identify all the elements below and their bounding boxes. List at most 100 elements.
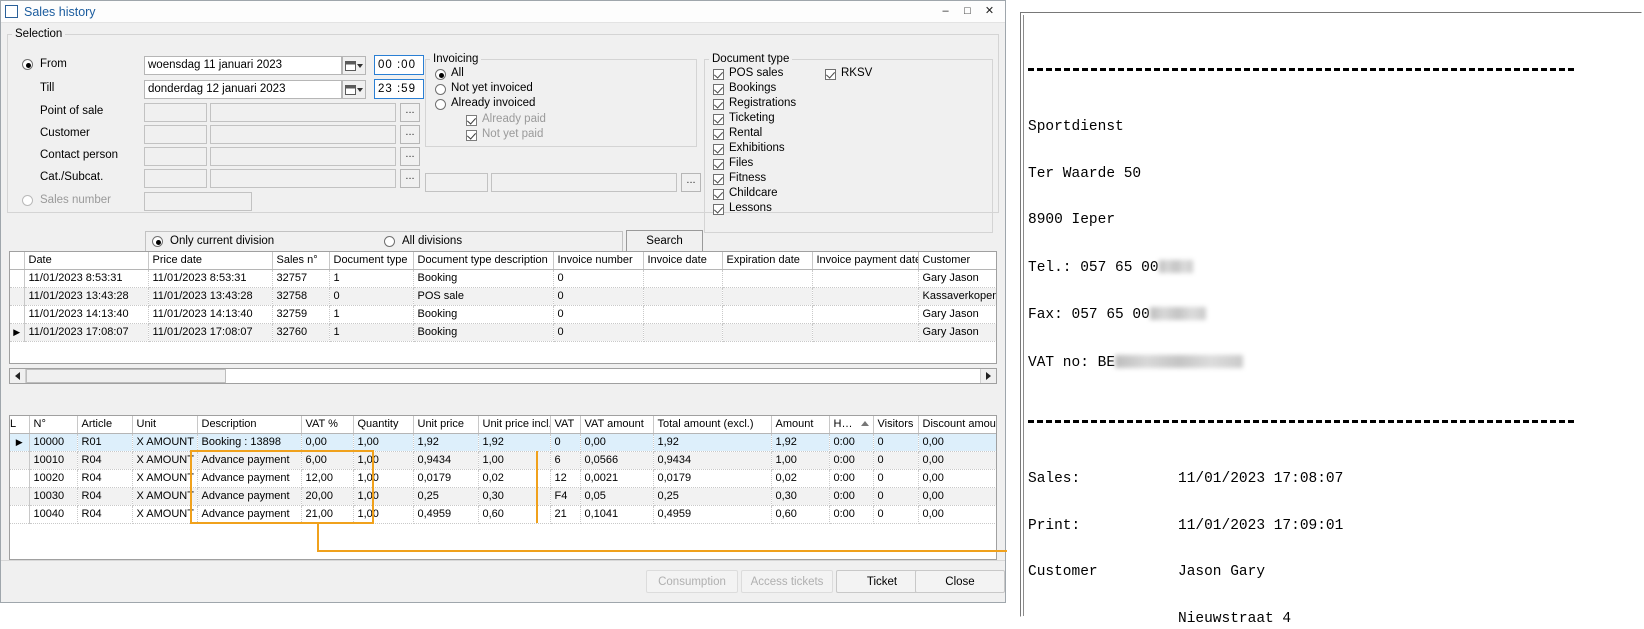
table-row[interactable]: ▶ 10000 R01 X AMOUNT Booking : 13898 0,0… <box>10 433 997 451</box>
scroll-left-button[interactable] <box>10 369 26 383</box>
till-date-input[interactable]: donderdag 12 januari 2023 <box>144 80 342 99</box>
detail-col-description[interactable]: Description <box>197 416 301 433</box>
pos-sales-checkbox[interactable] <box>713 69 724 80</box>
childcare-checkbox[interactable] <box>713 189 724 200</box>
extra-filter-name-input[interactable] <box>491 173 677 192</box>
extra-filter-code-input[interactable] <box>425 173 488 192</box>
table-row[interactable]: 10030 R04 X AMOUNT Advance payment 20,00… <box>10 487 997 505</box>
invoicing-not-invoiced-radio[interactable] <box>435 84 446 95</box>
table-row[interactable]: ▶ 11/01/2023 17:08:07 11/01/2023 17:08:0… <box>10 323 997 341</box>
sales-number-input[interactable] <box>144 192 252 211</box>
from-time-input[interactable]: 00 :00 <box>374 55 424 75</box>
row-selector-current[interactable]: ▶ <box>10 323 24 341</box>
detail-col-h[interactable]: H… <box>829 416 873 433</box>
sales-col-document-type[interactable]: Document type <box>329 252 413 269</box>
row-selector[interactable] <box>10 269 24 287</box>
row-selector[interactable] <box>10 451 29 469</box>
table-row[interactable]: 11/01/2023 8:53:31 11/01/2023 8:53:31 32… <box>10 269 997 287</box>
all-divisions-radio[interactable] <box>384 236 395 247</box>
from-radio[interactable] <box>22 59 33 70</box>
scroll-right-button[interactable] <box>980 369 996 383</box>
invoicing-option-all[interactable]: All <box>435 67 696 82</box>
detail-grid-corner-L[interactable]: L <box>10 416 29 433</box>
row-selector[interactable] <box>10 505 29 523</box>
fitness-checkbox[interactable] <box>713 174 724 185</box>
customer-code-input[interactable] <box>144 125 207 144</box>
contact-person-browse-button[interactable]: ... <box>400 147 420 166</box>
doc-type-item-lessons[interactable]: Lessons <box>713 202 992 217</box>
doc-type-item-fitness[interactable]: Fitness <box>713 172 992 187</box>
scroll-track[interactable] <box>226 369 980 383</box>
bookings-checkbox[interactable] <box>713 84 724 95</box>
sales-col-customer[interactable]: Customer <box>918 252 997 269</box>
sales-col-date[interactable]: Date <box>24 252 148 269</box>
sales-col-expiration-date[interactable]: Expiration date <box>722 252 812 269</box>
detail-col-vat-amount[interactable]: VAT amount <box>580 416 653 433</box>
detail-col-no[interactable]: N° <box>29 416 77 433</box>
maximize-button[interactable]: □ <box>961 6 974 17</box>
detail-col-total-amount-excl[interactable]: Total amount (excl.) <box>653 416 771 433</box>
point-of-sale-code-input[interactable] <box>144 103 207 122</box>
consumption-button[interactable]: Consumption <box>646 570 738 593</box>
access-tickets-button[interactable]: Access tickets <box>741 570 833 593</box>
registrations-checkbox[interactable] <box>713 99 724 110</box>
from-date-picker-button[interactable] <box>342 56 366 75</box>
minimize-button[interactable]: – <box>939 6 952 17</box>
ticketing-checkbox[interactable] <box>713 114 724 125</box>
search-button[interactable]: Search <box>626 230 703 252</box>
detail-col-discount-amount[interactable]: Discount amount <box>918 416 997 433</box>
point-of-sale-browse-button[interactable]: ... <box>400 103 420 122</box>
sales-col-sales-no[interactable]: Sales n° <box>272 252 329 269</box>
lessons-checkbox[interactable] <box>713 204 724 215</box>
invoicing-option-already-invoiced[interactable]: Already invoiced <box>435 97 696 112</box>
table-row[interactable]: 10010 R04 X AMOUNT Advance payment 6,00 … <box>10 451 997 469</box>
cat-code-input[interactable] <box>144 169 207 188</box>
table-row[interactable]: 10020 R04 X AMOUNT Advance payment 12,00… <box>10 469 997 487</box>
sales-number-radio[interactable] <box>22 195 33 206</box>
point-of-sale-name-input[interactable] <box>210 103 396 122</box>
doc-type-item-ticketing[interactable]: Ticketing <box>713 112 992 127</box>
detail-col-vat-percent[interactable]: VAT % <box>301 416 353 433</box>
doc-type-item-exhibitions[interactable]: Exhibitions <box>713 142 992 157</box>
till-time-input[interactable]: 23 :59 <box>374 79 424 99</box>
invoicing-option-not-yet-invoiced[interactable]: Not yet invoiced <box>435 82 696 97</box>
doc-type-item-rental[interactable]: Rental <box>713 127 992 142</box>
sales-col-document-type-description[interactable]: Document type description <box>413 252 553 269</box>
sales-grid-hscrollbar[interactable] <box>9 368 997 384</box>
detail-col-unit-price-incl[interactable]: Unit price incl. <box>478 416 550 433</box>
detail-col-unit[interactable]: Unit <box>132 416 197 433</box>
sales-col-invoice-number[interactable]: Invoice number <box>553 252 643 269</box>
customer-name-input[interactable] <box>210 125 396 144</box>
files-checkbox[interactable] <box>713 159 724 170</box>
table-row[interactable]: 11/01/2023 14:13:40 11/01/2023 14:13:40 … <box>10 305 997 323</box>
detail-col-unit-price[interactable]: Unit price <box>413 416 478 433</box>
detail-col-vat[interactable]: VAT <box>550 416 580 433</box>
till-date-picker-button[interactable] <box>342 80 366 99</box>
invoicing-all-radio[interactable] <box>435 69 446 80</box>
close-dialog-button[interactable]: Close <box>915 570 1005 593</box>
contact-person-code-input[interactable] <box>144 147 207 166</box>
doc-type-item-files[interactable]: Files <box>713 157 992 172</box>
close-button[interactable]: ✕ <box>983 6 996 17</box>
detail-col-article[interactable]: Article <box>77 416 132 433</box>
customer-browse-button[interactable]: ... <box>400 125 420 144</box>
doc-type-item-bookings[interactable]: Bookings <box>713 82 992 97</box>
invoicing-already-invoiced-radio[interactable] <box>435 99 446 110</box>
row-selector[interactable] <box>10 305 24 323</box>
from-date-input[interactable]: woensdag 11 januari 2023 <box>144 56 342 75</box>
extra-filter-browse-button[interactable]: ... <box>681 173 701 192</box>
sales-col-price-date[interactable]: Price date <box>148 252 272 269</box>
rental-checkbox[interactable] <box>713 129 724 140</box>
table-row[interactable]: 10040 R04 X AMOUNT Advance payment 21,00… <box>10 505 997 523</box>
sales-col-invoice-date[interactable]: Invoice date <box>643 252 722 269</box>
contact-person-name-input[interactable] <box>210 147 396 166</box>
table-row[interactable]: 11/01/2023 13:43:28 11/01/2023 13:43:28 … <box>10 287 997 305</box>
detail-col-quantity[interactable]: Quantity <box>353 416 413 433</box>
row-selector[interactable] <box>10 287 24 305</box>
row-selector-current[interactable]: ▶ <box>10 433 29 451</box>
doc-type-item-childcare[interactable]: Childcare <box>713 187 992 202</box>
doc-type-item-registrations[interactable]: Registrations <box>713 97 992 112</box>
sales-history-grid[interactable]: Date Price date Sales n° Document type D… <box>9 251 997 364</box>
sales-detail-grid[interactable]: L N° Article Unit Description VAT % Quan… <box>9 415 997 560</box>
detail-col-visitors[interactable]: Visitors <box>873 416 918 433</box>
